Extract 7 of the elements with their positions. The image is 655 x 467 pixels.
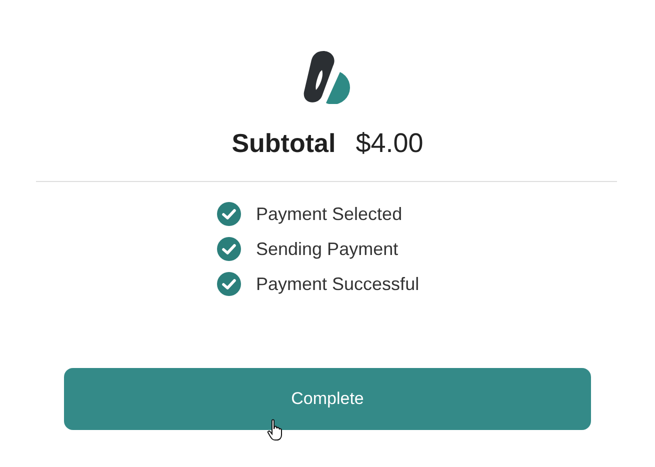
step-label: Sending Payment bbox=[256, 238, 398, 260]
hand-cursor-icon bbox=[267, 419, 283, 441]
subtotal-amount: $4.00 bbox=[356, 128, 424, 159]
step-label: Payment Selected bbox=[256, 204, 402, 224]
subtotal-label: Subtotal bbox=[232, 128, 336, 159]
step-label: Payment Successful bbox=[256, 274, 420, 294]
complete-button[interactable]: Complete bbox=[64, 368, 591, 430]
